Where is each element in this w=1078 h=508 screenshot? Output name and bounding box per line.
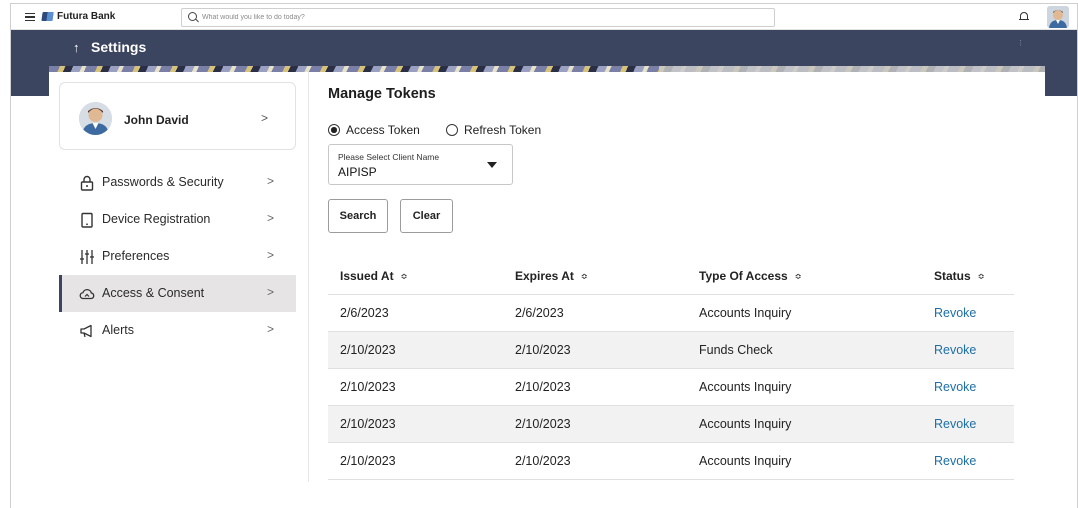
revoke-link[interactable]: Revoke [934, 417, 976, 431]
header-label: Expires At [515, 269, 574, 283]
settings-header: ↑ Settings ⋮ [11, 30, 1077, 66]
expires-at-cell: 2/6/2023 [515, 306, 564, 320]
revoke-link[interactable]: Revoke [934, 454, 976, 468]
radio-label: Refresh Token [464, 123, 542, 137]
client-name-select[interactable]: Please Select Client Name AIPISP [328, 144, 513, 185]
cloud-icon [79, 286, 95, 302]
sidebar-item-label: Preferences [102, 249, 170, 263]
sidebar-item-device-registration[interactable]: Device Registration > [59, 201, 296, 238]
table-row: 2/10/2023 2/10/2023 Accounts Inquiry Rev… [328, 406, 1014, 443]
clear-button[interactable]: Clear [400, 199, 453, 233]
column-header-status[interactable]: Status ≎ [934, 269, 984, 283]
select-value: AIPISP [338, 165, 377, 179]
revoke-link[interactable]: Revoke [934, 306, 976, 320]
table-row: 2/10/2023 2/10/2023 Accounts Inquiry Rev… [328, 443, 1014, 480]
caret-down-icon [487, 162, 497, 168]
column-header-issued-at[interactable]: Issued At ≎ [340, 269, 407, 283]
revoke-link[interactable]: Revoke [934, 343, 976, 357]
content-card: John David > Passwords & Security > Devi… [49, 72, 1045, 508]
top-bar: Futura Bank [11, 4, 1077, 30]
search-input[interactable] [202, 10, 762, 25]
menu-icon[interactable] [25, 13, 35, 21]
issued-at-cell: 2/10/2023 [340, 380, 396, 394]
issued-at-cell: 2/10/2023 [340, 454, 396, 468]
lock-icon [79, 175, 95, 191]
expires-at-cell: 2/10/2023 [515, 417, 571, 431]
radio-label: Access Token [346, 123, 420, 137]
device-icon [79, 212, 95, 228]
column-header-type-of-access[interactable]: Type Of Access ≎ [699, 269, 801, 283]
issued-at-cell: 2/10/2023 [340, 417, 396, 431]
expires-at-cell: 2/10/2023 [515, 454, 571, 468]
settings-sidebar: John David > Passwords & Security > Devi… [49, 72, 309, 482]
megaphone-icon [79, 323, 95, 339]
issued-at-cell: 2/6/2023 [340, 306, 389, 320]
table-row: 2/10/2023 2/10/2023 Accounts Inquiry Rev… [328, 369, 1014, 406]
bank-logo-icon [41, 12, 54, 21]
sidebar-item-label: Access & Consent [102, 286, 205, 300]
section-title: Manage Tokens [328, 86, 436, 102]
sort-icon: ≎ [794, 272, 802, 281]
search-button[interactable]: Search [328, 199, 388, 233]
column-header-expires-at[interactable]: Expires At ≎ [515, 269, 588, 283]
sidebar-item-passwords-security[interactable]: Passwords & Security > [59, 164, 296, 201]
global-search[interactable] [181, 8, 775, 27]
table-row: 2/6/2023 2/6/2023 Accounts Inquiry Revok… [328, 295, 1014, 332]
chevron-right-icon: > [261, 111, 269, 125]
expires-at-cell: 2/10/2023 [515, 380, 571, 394]
profile-avatar [79, 102, 112, 135]
header-label: Type Of Access [699, 269, 788, 283]
profile-card[interactable]: John David > [59, 82, 296, 150]
manage-tokens-panel: Manage Tokens Access Token Refresh Token… [309, 72, 1045, 502]
header-label: Status [934, 269, 971, 283]
radio-checked-icon [328, 124, 340, 136]
sidebar-item-alerts[interactable]: Alerts > [59, 312, 296, 349]
type-of-access-cell: Accounts Inquiry [699, 417, 792, 431]
table-row: 2/10/2023 2/10/2023 Funds Check Revoke [328, 332, 1014, 369]
revoke-link[interactable]: Revoke [934, 380, 976, 394]
type-of-access-cell: Accounts Inquiry [699, 306, 792, 320]
header-label: Issued At [340, 269, 394, 283]
issued-at-cell: 2/10/2023 [340, 343, 396, 357]
chevron-right-icon: > [267, 248, 275, 262]
chevron-right-icon: > [267, 211, 275, 225]
sort-icon: ≎ [400, 272, 408, 281]
back-arrow-icon[interactable]: ↑ [73, 40, 80, 55]
type-of-access-cell: Accounts Inquiry [699, 454, 792, 468]
type-of-access-cell: Accounts Inquiry [699, 380, 792, 394]
profile-name: John David [124, 113, 189, 127]
chevron-right-icon: > [267, 322, 275, 336]
app-window: Futura Bank ↑ Settings ⋮ [10, 3, 1078, 508]
select-caption: Please Select Client Name [338, 152, 440, 162]
bell-icon[interactable] [1019, 12, 1029, 21]
sidebar-item-access-consent[interactable]: Access & Consent > [59, 275, 296, 312]
sidebar-item-label: Device Registration [102, 212, 211, 226]
sidebar-item-label: Alerts [102, 323, 134, 337]
search-icon [188, 12, 197, 21]
radio-unchecked-icon [446, 124, 458, 136]
sort-icon: ≎ [977, 272, 985, 281]
type-of-access-cell: Funds Check [699, 343, 773, 357]
table-header: Issued At ≎ Expires At ≎ Type Of Access ≎ S… [328, 257, 1014, 295]
sidebar-item-preferences[interactable]: Preferences > [59, 238, 296, 275]
user-avatar[interactable] [1047, 6, 1069, 28]
more-options-icon[interactable]: ⋮ [1017, 40, 1024, 50]
sliders-icon [79, 249, 95, 265]
chevron-right-icon: > [267, 285, 275, 299]
sort-icon: ≎ [580, 272, 588, 281]
chevron-right-icon: > [267, 174, 275, 188]
sidebar-item-label: Passwords & Security [102, 175, 224, 189]
brand-name: Futura Bank [57, 11, 116, 22]
expires-at-cell: 2/10/2023 [515, 343, 571, 357]
page-title: Settings [91, 39, 147, 55]
